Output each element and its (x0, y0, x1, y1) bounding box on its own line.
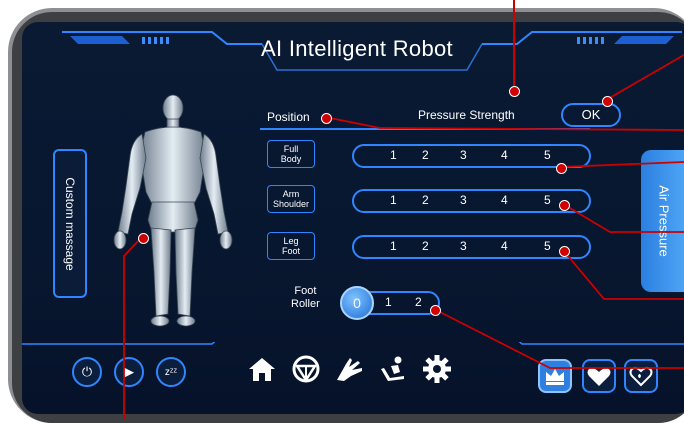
callout-dot-leg-scale (559, 246, 570, 257)
level-5[interactable]: 5 (544, 239, 551, 253)
callout-dot-body-figure (138, 233, 149, 244)
callout-dot-position (321, 113, 332, 124)
play-icon: ▶ (124, 364, 134, 379)
body-figure-image (113, 94, 233, 327)
roller-option-1[interactable]: 1 (385, 295, 392, 309)
sleep-icon: zᶻᶻ (164, 366, 178, 378)
recline-icon[interactable] (378, 354, 408, 384)
level-1[interactable]: 1 (390, 148, 397, 162)
heart-shield-button[interactable] (624, 359, 658, 393)
sleep-button[interactable]: zᶻᶻ (156, 357, 186, 387)
heart-button[interactable] (582, 359, 616, 393)
callout-dot-foot-roller (430, 305, 441, 316)
level-1[interactable]: 1 (390, 193, 397, 207)
level-2[interactable]: 2 (422, 239, 429, 253)
position-header: Position (267, 110, 310, 124)
home-icon[interactable] (247, 354, 277, 384)
callout-dot-full-body-scale (556, 163, 567, 174)
level-5[interactable]: 5 (544, 193, 551, 207)
leg-foot-label-2: Foot (281, 246, 300, 256)
heart-shield-icon (629, 366, 653, 387)
level-4[interactable]: 4 (501, 148, 508, 162)
power-button[interactable]: ⏻ (72, 357, 102, 387)
leg-foot-button[interactable]: Leg Foot (267, 232, 315, 260)
full-body-pressure-scale[interactable]: 1 2 3 4 5 (352, 144, 591, 168)
crown-button[interactable] (538, 359, 572, 393)
level-3[interactable]: 3 (460, 239, 467, 253)
foot-roller-label-2: Roller (291, 298, 320, 310)
custom-massage-tab[interactable]: Custom massage (53, 149, 87, 298)
mask-icon[interactable] (291, 354, 321, 384)
level-3[interactable]: 3 (460, 148, 467, 162)
level-1[interactable]: 1 (390, 239, 397, 253)
callout-dot-title (509, 86, 520, 97)
heart-icon (587, 368, 611, 386)
callout-line-title (513, 0, 515, 90)
arm-shoulder-label-1: Arm (282, 189, 300, 199)
full-body-label-2: Body (280, 154, 302, 164)
full-body-label-1: Full (283, 144, 299, 154)
ok-button[interactable]: OK (561, 103, 621, 127)
roller-option-selected[interactable]: 0 (340, 286, 374, 320)
control-screen: AI Intelligent Robot Custom massage Air … (22, 22, 684, 414)
air-pressure-label: Air Pressure (656, 185, 671, 257)
custom-massage-label: Custom massage (63, 176, 77, 271)
page-title: AI Intelligent Robot (261, 36, 453, 61)
foot-roller-label: Foot Roller (291, 285, 320, 311)
full-body-button[interactable]: Full Body (267, 140, 315, 168)
play-button[interactable]: ▶ (114, 357, 144, 387)
arm-shoulder-button[interactable]: Arm Shoulder (267, 185, 315, 213)
level-4[interactable]: 4 (501, 193, 508, 207)
level-3[interactable]: 3 (460, 193, 467, 207)
foot-roller-label-1: Foot (294, 285, 317, 297)
level-5[interactable]: 5 (544, 148, 551, 162)
hand-icon[interactable] (334, 354, 364, 384)
leg-foot-pressure-scale[interactable]: 1 2 3 4 5 (352, 235, 591, 259)
level-2[interactable]: 2 (422, 193, 429, 207)
callout-dot-arm-scale (559, 200, 570, 211)
arm-shoulder-pressure-scale[interactable]: 1 2 3 4 5 (352, 189, 591, 213)
callout-dot-ok (602, 96, 613, 107)
roller-option-2[interactable]: 2 (415, 295, 422, 309)
level-2[interactable]: 2 (422, 148, 429, 162)
power-icon: ⏻ (81, 364, 93, 379)
gear-icon[interactable] (422, 354, 452, 384)
air-pressure-tab[interactable]: Air Pressure (641, 150, 684, 292)
header-divider (260, 128, 590, 130)
leg-foot-label-1: Leg (283, 236, 299, 246)
arm-shoulder-label-2: Shoulder (272, 199, 310, 209)
level-4[interactable]: 4 (501, 239, 508, 253)
pressure-strength-header: Pressure Strength (418, 108, 515, 122)
crown-icon (546, 369, 564, 385)
